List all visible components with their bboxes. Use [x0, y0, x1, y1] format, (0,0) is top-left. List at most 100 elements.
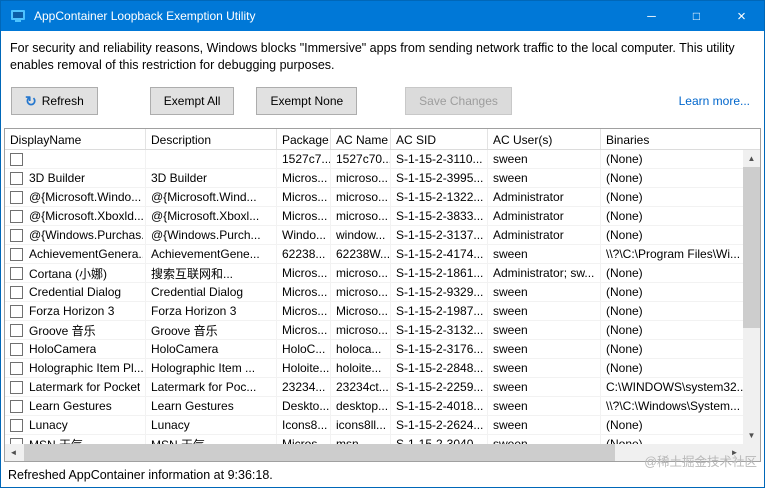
exempt-all-button[interactable]: Exempt All: [149, 87, 235, 115]
table-cell: Administrator: [488, 188, 601, 206]
row-checkbox[interactable]: [10, 190, 23, 204]
table-cell: Micros...: [277, 169, 331, 187]
close-icon: ×: [737, 7, 746, 25]
column-header-package[interactable]: Package: [277, 129, 331, 149]
row-checkbox[interactable]: [10, 304, 23, 318]
row-checkbox[interactable]: [10, 209, 23, 223]
row-checkbox[interactable]: [10, 380, 23, 394]
displayname-text: Credential Dialog: [29, 285, 122, 299]
displayname-text: MSN 天气: [29, 436, 83, 445]
table-cell: AchievementGene...: [146, 245, 277, 263]
table-row[interactable]: Lunacy Lunacy Icons8... icons8ll... S-1-15-2…: [5, 416, 743, 435]
table-row[interactable]: AchievementGenera... AchievementGene... 62…: [5, 245, 743, 264]
toolbar: ↻ Refresh Exempt All Exempt None Save Ch…: [11, 87, 750, 115]
refresh-button[interactable]: ↻ Refresh: [11, 87, 98, 115]
table-row[interactable]: @{Microsoft.Xboxld... @{Microsoft.Xboxl..…: [5, 207, 743, 226]
row-checkbox[interactable]: [10, 361, 23, 375]
table-row[interactable]: 1527c7... 1527c70... S-1-15-2-3110... sween…: [5, 150, 743, 169]
table-cell: S-1-15-2-3040...: [391, 435, 488, 444]
table-row[interactable]: HoloCamera HoloCamera HoloC... holoca... S-1…: [5, 340, 743, 359]
table-row[interactable]: Latermark for Pocket Latermark for Poc...…: [5, 378, 743, 397]
row-checkbox[interactable]: [10, 266, 23, 280]
table-row[interactable]: Credential Dialog Credential Dialog Micros…: [5, 283, 743, 302]
column-header-displayname[interactable]: DisplayName: [5, 129, 146, 149]
row-checkbox[interactable]: [10, 228, 23, 242]
column-header-ac-user-s-[interactable]: AC User(s): [488, 129, 601, 149]
cell-displayname: Groove 音乐: [5, 321, 146, 339]
table-cell: microso...: [331, 169, 391, 187]
table-row[interactable]: Groove 音乐 Groove 音乐 Micros... microso... S-1…: [5, 321, 743, 340]
table-cell: Micros...: [277, 321, 331, 339]
row-checkbox[interactable]: [10, 418, 23, 432]
table-cell: S-1-15-2-3110...: [391, 150, 488, 168]
row-checkbox[interactable]: [10, 342, 23, 356]
table-row[interactable]: @{Windows.Purchas... @{Windows.Purch... Wi…: [5, 226, 743, 245]
row-checkbox[interactable]: [10, 285, 23, 299]
column-header-binaries[interactable]: Binaries: [601, 129, 743, 149]
table-row[interactable]: Forza Horizon 3 Forza Horizon 3 Micros... M…: [5, 302, 743, 321]
table-cell: (None): [606, 190, 643, 204]
table-cell: (None): [606, 304, 643, 318]
exempt-none-button[interactable]: Exempt None: [256, 87, 358, 115]
table-cell: microso...: [331, 264, 391, 282]
table-cell: C:\WINDOWS\system32...: [606, 380, 743, 394]
maximize-button[interactable]: □: [674, 1, 719, 31]
column-header-ac-sid[interactable]: AC SID: [391, 129, 488, 149]
cell-displayname: Lunacy: [5, 416, 146, 434]
scroll-up-icon[interactable]: ▲: [743, 150, 760, 167]
vertical-scrollbar-thumb[interactable]: [743, 167, 760, 329]
status-text: Refreshed AppContainer information at 9:…: [8, 467, 273, 482]
table-row[interactable]: @{Microsoft.Windo... @{Microsoft.Wind... M…: [5, 188, 743, 207]
cell-displayname: Credential Dialog: [5, 283, 146, 301]
table-body: 1527c7... 1527c70... S-1-15-2-3110... sween…: [5, 150, 743, 444]
cell-displayname: MSN 天气: [5, 435, 146, 444]
row-checkbox[interactable]: [10, 247, 23, 261]
table-cell: S-1-15-2-1322...: [391, 188, 488, 206]
table-cell: Micros...: [277, 264, 331, 282]
table-row[interactable]: Holographic Item Pl... Holographic Item .…: [5, 359, 743, 378]
horizontal-scrollbar-thumb[interactable]: [24, 444, 616, 461]
learn-more-link[interactable]: Learn more...: [679, 94, 750, 108]
table-cell: Latermark for Poc...: [146, 378, 277, 396]
scroll-left-icon[interactable]: ◄: [5, 444, 22, 461]
table-cell: holoite...: [331, 359, 391, 377]
refresh-icon: ↻: [25, 93, 37, 109]
table-cell: \\?\C:\Program Files\Wi...: [606, 247, 741, 261]
close-button[interactable]: ×: [719, 1, 764, 31]
displayname-text: Learn Gestures: [29, 399, 112, 413]
titlebar[interactable]: AppContainer Loopback Exemption Utility …: [1, 1, 764, 31]
table-cell: Microso...: [331, 302, 391, 320]
cell-displayname: Holographic Item Pl...: [5, 359, 146, 377]
displayname-text: Lunacy: [29, 418, 68, 432]
table-row[interactable]: Cortana (小娜) 搜索互联网和... Micros... microso...…: [5, 264, 743, 283]
minimize-button[interactable]: ─: [629, 1, 674, 31]
cell-displayname: AchievementGenera...: [5, 245, 146, 263]
header-filler: [743, 129, 760, 149]
table-cell: (None): [606, 228, 643, 242]
table-cell: window...: [331, 226, 391, 244]
table-cell: holoca...: [331, 340, 391, 358]
column-header-description[interactable]: Description: [146, 129, 277, 149]
table-cell: Administrator; sw...: [488, 264, 601, 282]
table-cell: S-1-15-2-4018...: [391, 397, 488, 415]
scroll-down-icon[interactable]: ▼: [743, 427, 760, 444]
table-cell: sween: [488, 169, 601, 187]
vertical-scrollbar[interactable]: ▲ ▼: [743, 150, 760, 444]
row-checkbox[interactable]: [10, 323, 23, 337]
row-checkbox[interactable]: [10, 171, 23, 185]
table-row[interactable]: MSN 天气MSN 天气Micros...msn...S-1-15-2-3040…: [5, 435, 743, 444]
column-header-ac-name[interactable]: AC Name: [331, 129, 391, 149]
table-cell: S-1-15-2-3137...: [391, 226, 488, 244]
vertical-scrollbar-track[interactable]: [743, 167, 760, 427]
table-header: DisplayName Description Package AC Name AC S…: [5, 129, 760, 150]
table-cell: Holographic Item ...: [146, 359, 277, 377]
table-row[interactable]: Learn Gestures Learn Gestures Deskto... des…: [5, 397, 743, 416]
table-cell: Micros...: [277, 188, 331, 206]
save-changes-button: Save Changes: [405, 87, 512, 115]
horizontal-scrollbar-track[interactable]: [22, 444, 726, 461]
table-row[interactable]: 3D Builder 3D Builder Micros... microso... S…: [5, 169, 743, 188]
table-cell: Micros...: [277, 207, 331, 225]
row-checkbox[interactable]: [10, 152, 23, 166]
horizontal-scrollbar[interactable]: ◄ ►: [5, 444, 743, 461]
row-checkbox[interactable]: [10, 399, 23, 413]
